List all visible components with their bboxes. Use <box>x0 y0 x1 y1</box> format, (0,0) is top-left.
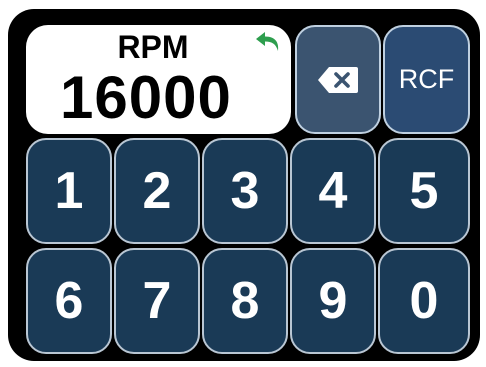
undo-arrow-icon[interactable] <box>255 31 283 53</box>
digit-key-1[interactable]: 1 <box>26 138 112 244</box>
rcf-button[interactable]: RCF <box>383 25 470 134</box>
digit-key-4[interactable]: 4 <box>290 138 376 244</box>
unit-label: RPM <box>117 29 189 65</box>
digit-key-8[interactable]: 8 <box>202 248 288 354</box>
digit-key-2[interactable]: 2 <box>114 138 200 244</box>
digit-key-9[interactable]: 9 <box>290 248 376 354</box>
entered-value: 16000 <box>60 64 232 131</box>
digit-key-6[interactable]: 6 <box>26 248 112 354</box>
digit-key-5[interactable]: 5 <box>378 138 470 244</box>
backspace-button[interactable] <box>295 25 381 134</box>
digit-key-3[interactable]: 3 <box>202 138 288 244</box>
backspace-icon <box>318 66 358 93</box>
value-display-panel: RPM 16000 <box>26 25 291 134</box>
digit-key-0[interactable]: 0 <box>378 248 470 354</box>
digit-key-7[interactable]: 7 <box>114 248 200 354</box>
